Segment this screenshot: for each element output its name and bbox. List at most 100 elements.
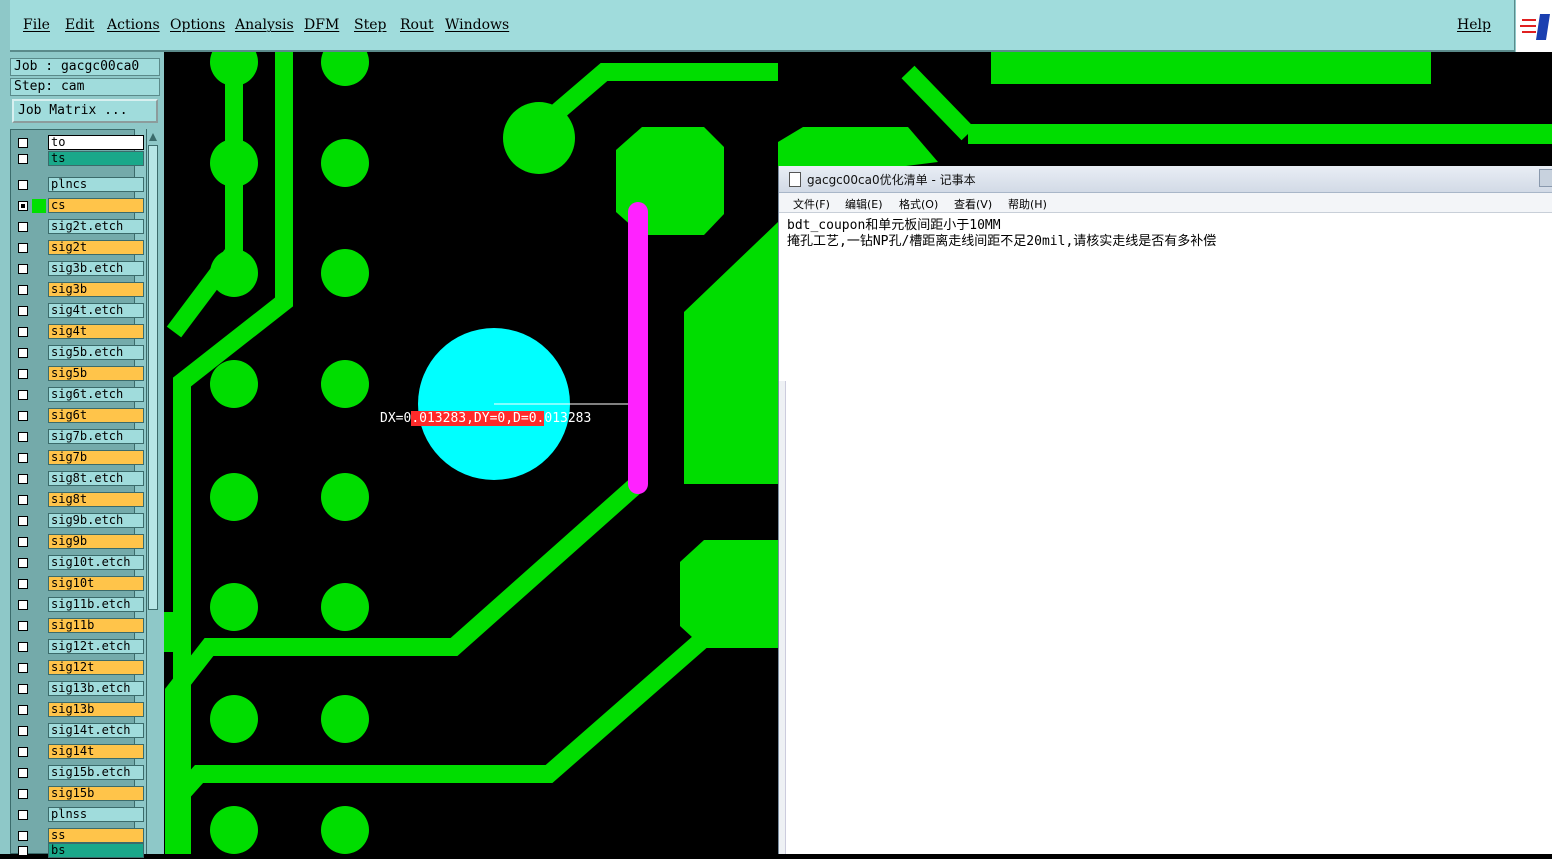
layer-row[interactable]: sig5b.etch [14, 345, 144, 361]
layer-checkbox[interactable] [18, 138, 28, 148]
layer-checkbox[interactable] [18, 558, 28, 568]
layer-row[interactable]: ts [14, 151, 144, 167]
layer-checkbox[interactable] [18, 810, 28, 820]
layer-row[interactable]: sig15b [14, 786, 144, 802]
layer-name[interactable]: cs [48, 198, 144, 213]
layer-name[interactable]: sig4t.etch [48, 303, 144, 318]
notepad-text-area[interactable]: bdt_coupon和单元板间距小于10MM 掩孔工艺,一钻NP孔/槽距离走线间… [787, 218, 1547, 848]
layer-checkbox[interactable] [18, 747, 28, 757]
layer-checkbox[interactable] [18, 789, 28, 799]
layer-name[interactable]: ss [48, 828, 144, 843]
menu-rout[interactable]: Rout [400, 17, 434, 33]
layer-checkbox[interactable] [18, 705, 28, 715]
layer-checkbox[interactable] [18, 600, 28, 610]
layer-name[interactable]: sig10t.etch [48, 555, 144, 570]
layer-name[interactable]: sig14t.etch [48, 723, 144, 738]
layer-name[interactable]: sig5b.etch [48, 345, 144, 360]
layer-name[interactable]: sig3b [48, 282, 144, 297]
layer-row[interactable]: cs [14, 198, 144, 214]
layer-checkbox[interactable] [18, 180, 28, 190]
layer-checkbox[interactable] [18, 390, 28, 400]
layer-row[interactable]: sig3b [14, 282, 144, 298]
notepad-menu-item[interactable]: 查看(V) [954, 196, 992, 212]
layer-row[interactable]: sig14t [14, 744, 144, 760]
layer-checkbox[interactable] [18, 306, 28, 316]
layer-row[interactable]: sig15b.etch [14, 765, 144, 781]
layer-row[interactable]: sig11b.etch [14, 597, 144, 613]
layer-name[interactable]: sig10t [48, 576, 144, 591]
graphic-canvas-right[interactable] [778, 52, 1552, 172]
layer-name[interactable]: sig11b.etch [48, 597, 144, 612]
layer-checkbox[interactable] [18, 222, 28, 232]
layer-checkbox[interactable] [18, 537, 28, 547]
layer-checkbox[interactable] [18, 348, 28, 358]
layer-row[interactable]: sig10t [14, 576, 144, 592]
layer-row[interactable]: plnss [14, 807, 144, 823]
menu-help[interactable]: Help [1457, 17, 1491, 33]
layer-name[interactable]: sig13b.etch [48, 681, 144, 696]
layer-name[interactable]: sig11b [48, 618, 144, 633]
notepad-window[interactable]: gacgc00ca0优化清单 - 记事本 文件(F) 编辑(E) 格式(O) 查看(V… [778, 166, 1552, 854]
layer-checkbox[interactable] [18, 327, 28, 337]
layer-row[interactable]: sig9b.etch [14, 513, 144, 529]
layer-name[interactable]: bs [48, 843, 144, 858]
layer-name[interactable]: sig4t [48, 324, 144, 339]
layer-name[interactable]: sig12t [48, 660, 144, 675]
layer-row[interactable]: sig7b [14, 450, 144, 466]
menu-windows[interactable]: Windows [445, 17, 509, 33]
layer-checkbox[interactable] [18, 495, 28, 505]
layer-name[interactable]: sig2t [48, 240, 144, 255]
layer-row[interactable]: sig12t.etch [14, 639, 144, 655]
layer-checkbox[interactable] [18, 243, 28, 253]
layer-name[interactable]: sig14t [48, 744, 144, 759]
layer-row[interactable]: sig11b [14, 618, 144, 634]
layer-name[interactable]: sig9b.etch [48, 513, 144, 528]
layer-checkbox[interactable] [18, 264, 28, 274]
layer-checkbox[interactable] [18, 432, 28, 442]
layer-row[interactable]: to [14, 135, 144, 151]
layer-row[interactable]: sig4t.etch [14, 303, 144, 319]
layer-name[interactable]: sig7b [48, 450, 144, 465]
layer-checkbox[interactable] [18, 663, 28, 673]
layer-name[interactable]: sig8t [48, 492, 144, 507]
layer-name[interactable]: ts [48, 151, 144, 166]
layer-row[interactable]: sig6t.etch [14, 387, 144, 403]
layer-row[interactable]: sig4t [14, 324, 144, 340]
menu-options[interactable]: Options [170, 17, 225, 33]
layer-row[interactable]: sig8t.etch [14, 471, 144, 487]
layer-checkbox[interactable] [18, 453, 28, 463]
layer-name[interactable]: sig13b [48, 702, 144, 717]
layer-row[interactable]: plncs [14, 177, 144, 193]
menu-analysis[interactable]: Analysis [235, 17, 294, 33]
layer-checkbox[interactable] [18, 201, 28, 211]
layer-scroll-thumb[interactable] [148, 145, 158, 610]
layer-checkbox[interactable] [18, 846, 28, 856]
layer-checkbox[interactable] [18, 684, 28, 694]
layer-checkbox[interactable] [18, 474, 28, 484]
layer-name[interactable]: sig15b [48, 786, 144, 801]
layer-row[interactable]: sig14t.etch [14, 723, 144, 739]
layer-row[interactable]: sig9b [14, 534, 144, 550]
layer-row[interactable]: sig7b.etch [14, 429, 144, 445]
menu-actions[interactable]: Actions [107, 17, 160, 33]
layer-checkbox[interactable] [18, 621, 28, 631]
notepad-menu-item[interactable]: 帮助(H) [1008, 196, 1047, 212]
window-control-button[interactable] [1539, 169, 1552, 187]
layer-row[interactable]: sig8t [14, 492, 144, 508]
layer-row[interactable]: sig6t [14, 408, 144, 424]
layer-row[interactable]: sig12t [14, 660, 144, 676]
menu-dfm[interactable]: DFM [304, 17, 339, 33]
layer-name[interactable]: sig6t.etch [48, 387, 144, 402]
layer-name[interactable]: plnss [48, 807, 144, 822]
layer-name[interactable]: plncs [48, 177, 144, 192]
layer-name[interactable]: sig2t.etch [48, 219, 144, 234]
job-matrix-button[interactable]: Job Matrix ... [12, 99, 158, 123]
layer-color-swatch[interactable] [32, 199, 46, 213]
layer-name[interactable]: sig15b.etch [48, 765, 144, 780]
menu-edit[interactable]: Edit [65, 17, 94, 33]
layer-checkbox[interactable] [18, 411, 28, 421]
notepad-menu-item[interactable]: 编辑(E) [845, 196, 883, 212]
layer-row[interactable]: sig10t.etch [14, 555, 144, 571]
layer-row[interactable]: sig2t.etch [14, 219, 144, 235]
layer-checkbox[interactable] [18, 516, 28, 526]
